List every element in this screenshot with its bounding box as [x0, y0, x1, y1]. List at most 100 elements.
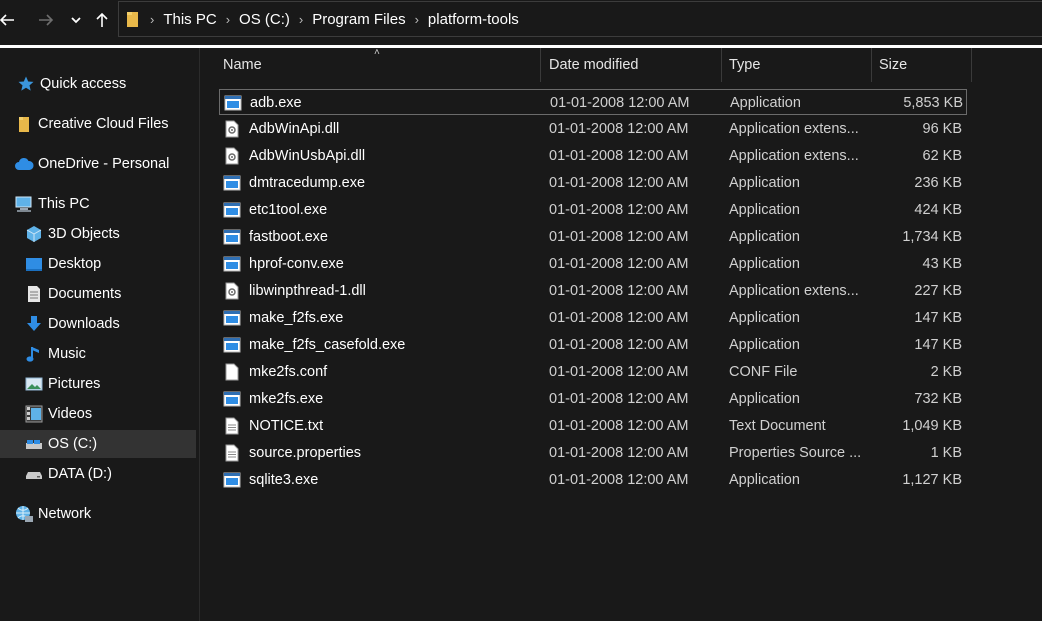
file-date-modified: 01-01-2008 12:00 AM: [549, 175, 689, 191]
file-row[interactable]: dmtracedump.exe 01-01-2008 12:00 AM Applic…: [219, 170, 967, 196]
file-row[interactable]: libwinpthread-1.dll 01-01-2008 12:00 AM Ap…: [219, 278, 967, 304]
file-name-cell: mke2fs.conf: [223, 359, 539, 385]
file-type: Properties Source ...: [729, 445, 862, 461]
file-date-modified: 01-01-2008 12:00 AM: [549, 256, 689, 272]
file-date-modified: 01-01-2008 12:00 AM: [549, 418, 689, 434]
exe-icon: [223, 309, 241, 327]
breadcrumb-program-files[interactable]: Program Files: [312, 11, 405, 28]
sidebar-item-label: Pictures: [48, 376, 101, 392]
sidebar-item-this-pc[interactable]: This PC: [0, 190, 196, 218]
exe-icon: [223, 201, 241, 219]
breadcrumb-platform-tools[interactable]: platform-tools: [428, 11, 519, 28]
arrow-left-icon: [0, 14, 14, 26]
file-type: Application extens...: [729, 148, 859, 164]
sidebar-item-3d-objects[interactable]: 3D Objects: [0, 220, 196, 248]
file-name: source.properties: [249, 445, 362, 461]
file-name-cell: mke2fs.exe: [223, 386, 539, 412]
file-row[interactable]: AdbWinUsbApi.dll 01-01-2008 12:00 AM Appli…: [219, 143, 967, 169]
file-row[interactable]: hprof-conv.exe 01-01-2008 12:00 AM Applica…: [219, 251, 967, 277]
sidebar-item-quick-access[interactable]: Quick access: [0, 70, 196, 98]
breadcrumb-separator-icon[interactable]: ›: [226, 12, 230, 27]
file-size: 62 KB: [922, 148, 963, 164]
sidebar-item-pictures[interactable]: Pictures: [0, 370, 196, 398]
breadcrumb-separator-icon[interactable]: ›: [150, 12, 154, 27]
column-headers: Name ˄ Date modified Type Size: [216, 47, 972, 82]
sidebar-item-videos[interactable]: Videos: [0, 400, 196, 428]
address-bar[interactable]: › This PC › OS (C:) › Program Files › pl…: [118, 1, 1042, 37]
file-name-cell: AdbWinUsbApi.dll: [223, 143, 539, 169]
file-name-cell: libwinpthread-1.dll: [223, 278, 539, 304]
breadcrumb-os-c[interactable]: OS (C:): [239, 11, 290, 28]
drive-icon: [24, 434, 44, 454]
file-size: 147 KB: [914, 337, 962, 353]
column-header-name[interactable]: Name ˄: [216, 47, 541, 82]
file-row[interactable]: mke2fs.exe 01-01-2008 12:00 AM Application…: [219, 386, 967, 412]
file-row[interactable]: fastboot.exe 01-01-2008 12:00 AM Applicati…: [219, 224, 967, 250]
column-header-type[interactable]: Type: [722, 48, 872, 82]
file-size: 1 KB: [930, 445, 962, 461]
file-row[interactable]: sqlite3.exe 01-01-2008 12:00 AM Applicatio…: [219, 467, 967, 493]
back-button[interactable]: [0, 8, 18, 32]
file-type: Application: [729, 256, 800, 272]
sidebar-item-label: 3D Objects: [48, 226, 120, 242]
column-header-date[interactable]: Date modified: [542, 48, 722, 82]
computer-icon: [14, 194, 34, 214]
breadcrumb-separator-icon[interactable]: ›: [299, 12, 303, 27]
sidebar-item-label: Documents: [48, 286, 122, 302]
breadcrumb-separator-icon[interactable]: ›: [415, 12, 419, 27]
exe-icon: [223, 390, 241, 408]
navigation-pane: Quick access Creative Cloud Files OneDri…: [0, 48, 200, 621]
file-name: libwinpthread-1.dll: [249, 283, 366, 299]
file-name-cell: etc1tool.exe: [223, 197, 539, 223]
file-date-modified: 01-01-2008 12:00 AM: [549, 445, 689, 461]
desktop-icon: [24, 254, 44, 274]
sidebar-item-music[interactable]: Music: [0, 340, 196, 368]
column-header-size[interactable]: Size: [872, 48, 972, 82]
file-row[interactable]: make_f2fs.exe 01-01-2008 12:00 AM Applicat…: [219, 305, 967, 331]
sidebar-item-creative-cloud-files[interactable]: Creative Cloud Files: [0, 110, 196, 138]
exe-icon: [223, 336, 241, 354]
sidebar-item-label: This PC: [38, 196, 90, 212]
navigation-bar: › This PC › OS (C:) › Program Files › pl…: [0, 0, 1042, 42]
blank-file-icon: [223, 363, 241, 381]
file-row[interactable]: AdbWinApi.dll 01-01-2008 12:00 AM Applicat…: [219, 116, 967, 142]
file-name-cell: make_f2fs_casefold.exe: [223, 332, 539, 358]
sidebar-item-label: DATA (D:): [48, 466, 112, 482]
file-name: fastboot.exe: [249, 229, 328, 245]
breadcrumb-this-pc[interactable]: This PC: [163, 11, 216, 28]
file-date-modified: 01-01-2008 12:00 AM: [549, 229, 689, 245]
file-name-cell: fastboot.exe: [223, 224, 539, 250]
sidebar-item-label: Quick access: [40, 76, 127, 92]
file-row[interactable]: source.properties 01-01-2008 12:00 AM Prop…: [219, 440, 967, 466]
file-row[interactable]: etc1tool.exe 01-01-2008 12:00 AM Applicati…: [219, 197, 967, 223]
file-date-modified: 01-01-2008 12:00 AM: [550, 95, 690, 111]
file-row[interactable]: mke2fs.conf 01-01-2008 12:00 AM CONF File 2…: [219, 359, 967, 385]
file-row[interactable]: adb.exe 01-01-2008 12:00 AM Application 5,8…: [219, 89, 967, 115]
file-name-cell: sqlite3.exe: [223, 467, 539, 493]
file-type: Application extens...: [729, 121, 859, 137]
file-size: 2 KB: [930, 364, 962, 380]
sidebar-item-network[interactable]: Network: [0, 500, 196, 528]
file-row[interactable]: make_f2fs_casefold.exe 01-01-2008 12:00 A…: [219, 332, 967, 358]
file-name-cell: NOTICE.txt: [223, 413, 539, 439]
up-button[interactable]: [91, 8, 113, 32]
exe-icon: [223, 255, 241, 273]
sidebar-item-downloads[interactable]: Downloads: [0, 310, 196, 338]
cloud-icon: [14, 154, 34, 174]
sidebar-item-onedrive[interactable]: OneDrive - Personal: [0, 150, 196, 178]
sidebar-item-desktop[interactable]: Desktop: [0, 250, 196, 278]
forward-button[interactable]: [35, 8, 57, 32]
sidebar-item-data-d[interactable]: DATA (D:): [0, 460, 196, 488]
file-name-cell: adb.exe: [224, 90, 540, 116]
file-row[interactable]: NOTICE.txt 01-01-2008 12:00 AM Text Docume…: [219, 413, 967, 439]
sort-ascending-icon: ˄: [374, 47, 380, 58]
file-name: NOTICE.txt: [249, 418, 324, 434]
text-file-icon: [223, 417, 241, 435]
recent-locations-button[interactable]: [65, 8, 87, 32]
file-type: Application: [729, 175, 800, 191]
file-name: AdbWinApi.dll: [249, 121, 340, 137]
sidebar-item-os-c[interactable]: OS (C:): [0, 430, 196, 458]
folder-icon: [125, 10, 141, 28]
document-icon: [24, 284, 44, 304]
sidebar-item-documents[interactable]: Documents: [0, 280, 196, 308]
